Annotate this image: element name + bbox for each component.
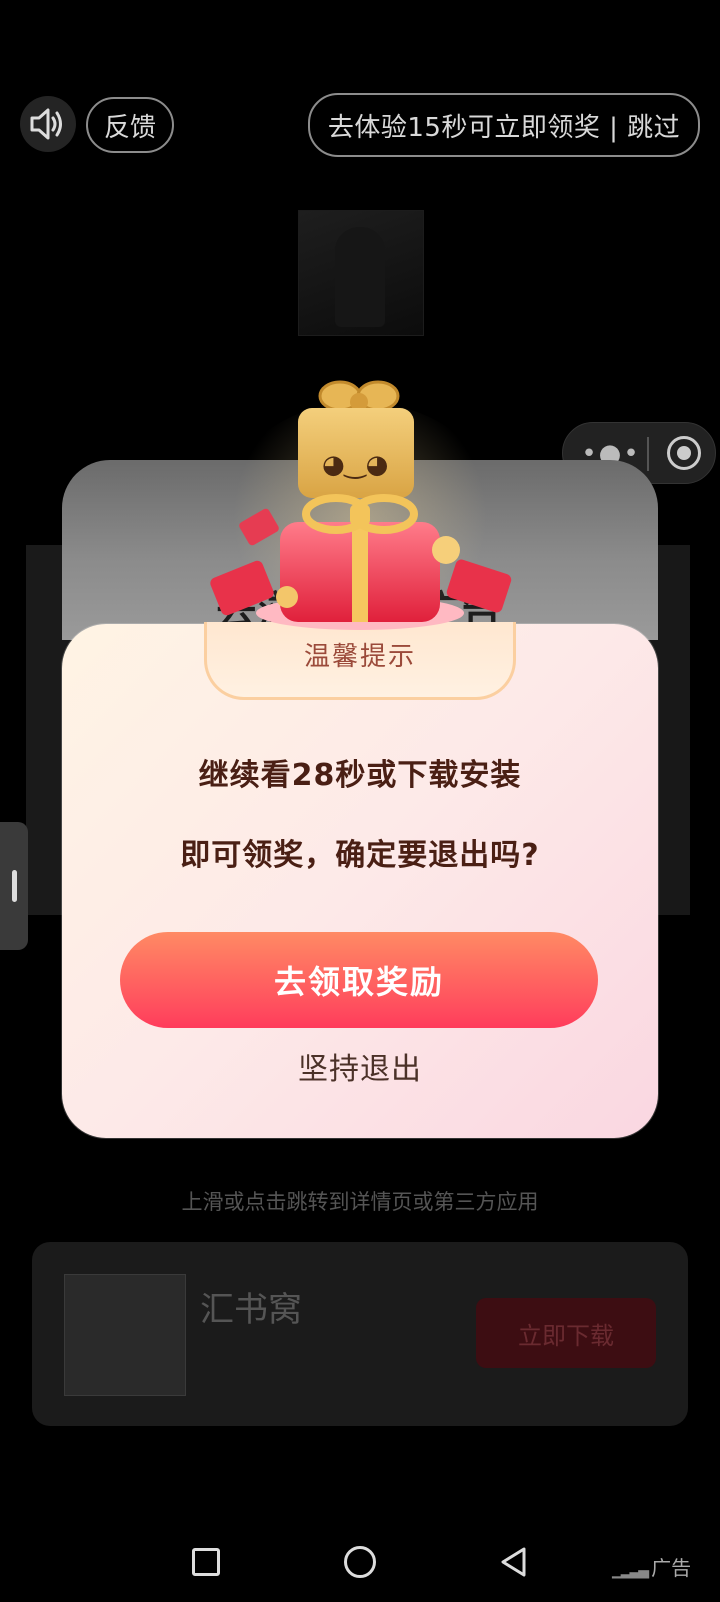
gold-coin-icon	[432, 536, 460, 564]
recent-apps-button[interactable]	[192, 1548, 220, 1576]
ad-label: ▁▂▃▄ 广告	[612, 1552, 691, 1581]
signal-icon: ▁▂▃▄	[612, 1563, 649, 1579]
side-drawer-handle[interactable]	[0, 822, 28, 950]
app-name: 汇书窝	[200, 1290, 302, 1330]
dialog-title: 温馨提示	[303, 642, 416, 672]
speaker-icon	[30, 108, 62, 140]
download-now-button[interactable]: 立即下载	[476, 1298, 656, 1368]
dialog-message-line1: 继续看28秒或下载安装	[198, 758, 522, 793]
sound-toggle-button[interactable]	[20, 96, 76, 152]
skip-button[interactable]: 去体验15秒可立即领奖 | 跳过	[308, 93, 700, 157]
dialog-message-line2: 即可领奖，确定要退出吗?	[180, 838, 540, 873]
close-target-icon[interactable]	[667, 436, 701, 470]
app-icon	[64, 1274, 186, 1396]
capsule-divider	[647, 437, 649, 471]
swipe-hint-text: 上滑或点击跳转到详情页或第三方应用	[181, 1190, 539, 1214]
gift-illustration: ◕‿◕	[180, 372, 540, 632]
app-download-card[interactable]: 汇书窝 立即下载	[32, 1242, 688, 1426]
back-triangle-icon[interactable]	[498, 1546, 530, 1578]
dialog-title-banner: 温馨提示	[204, 622, 516, 700]
ad-poster-image	[298, 210, 424, 336]
ad-label-text: 广告	[651, 1556, 692, 1580]
smiley-face-icon: ◕‿◕	[322, 450, 389, 480]
home-button[interactable]	[344, 1546, 376, 1578]
feedback-button[interactable]: 反馈	[86, 97, 174, 153]
gold-gift-box: ◕‿◕	[298, 408, 414, 498]
gold-ribbon-bow-icon	[302, 494, 418, 534]
insist-quit-button[interactable]: 坚持退出	[210, 1042, 510, 1098]
exit-confirm-dialog: 温馨提示 继续看28秒或下载安装 即可领奖，确定要退出吗? 去领取奖励 坚持退出	[62, 622, 658, 1138]
claim-reward-button[interactable]: 去领取奖励	[120, 932, 598, 1028]
gold-coin-icon	[276, 586, 298, 608]
